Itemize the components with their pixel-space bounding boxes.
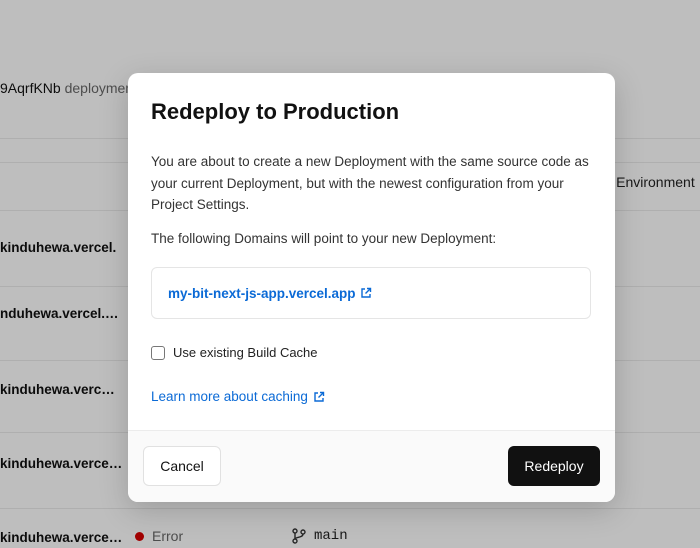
build-cache-label: Use existing Build Cache bbox=[173, 345, 318, 360]
domain-name: my-bit-next-js-app.vercel.app bbox=[168, 285, 356, 301]
redeploy-button[interactable]: Redeploy bbox=[508, 446, 600, 486]
build-cache-checkbox[interactable] bbox=[151, 345, 165, 360]
external-link-icon bbox=[314, 391, 325, 402]
domain-link[interactable]: my-bit-next-js-app.vercel.app bbox=[168, 286, 372, 301]
dialog-title: Redeploy to Production bbox=[151, 99, 400, 124]
domains-label: The following Domains will point to your… bbox=[151, 231, 497, 246]
cancel-button[interactable]: Cancel bbox=[143, 446, 221, 486]
learn-more-label: Learn more about caching bbox=[151, 389, 308, 404]
dialog-footer: Cancel Redeploy bbox=[128, 430, 615, 502]
dialog-description: You are about to create a new Deployment… bbox=[151, 154, 589, 212]
domain-list: my-bit-next-js-app.vercel.app bbox=[151, 267, 591, 319]
redeploy-dialog: Redeploy to Production You are about to … bbox=[128, 73, 615, 502]
build-cache-option[interactable]: Use existing Build Cache bbox=[151, 345, 318, 360]
external-link-icon bbox=[360, 287, 371, 298]
learn-more-caching-link[interactable]: Learn more about caching bbox=[151, 389, 325, 404]
